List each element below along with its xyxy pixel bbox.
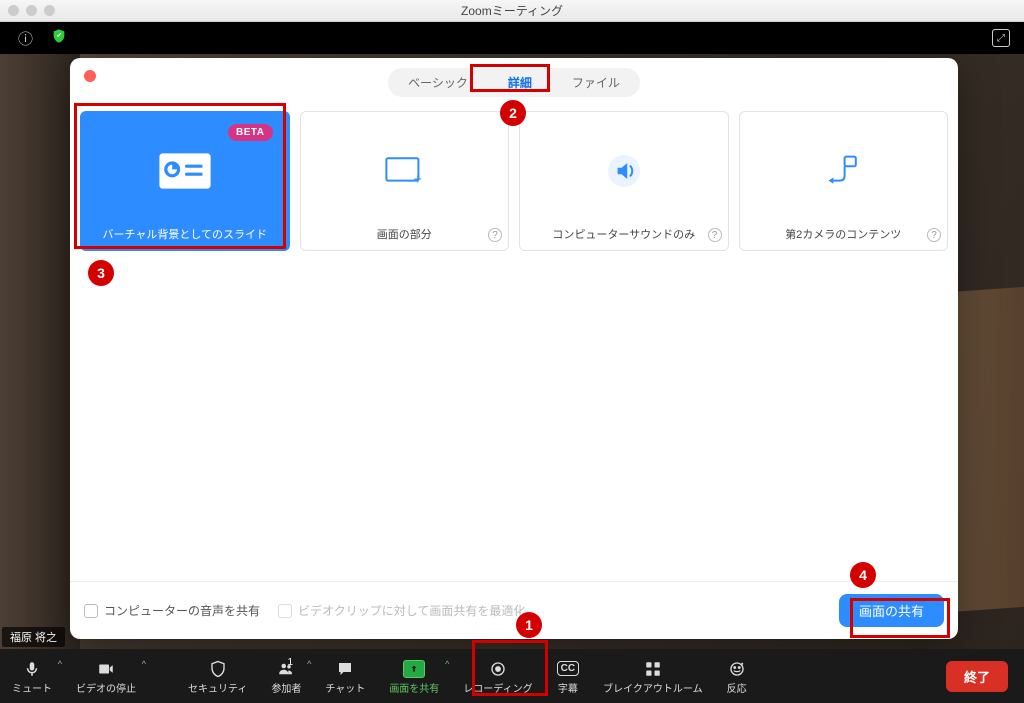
participants-count: 1 xyxy=(287,657,293,668)
speaker-icon xyxy=(584,141,664,201)
share-screen-icon xyxy=(403,658,425,680)
record-icon xyxy=(489,658,507,680)
window-traffic-lights[interactable] xyxy=(8,5,55,16)
breakout-rooms-button[interactable]: ブレイクアウトルーム xyxy=(591,649,715,703)
checkbox-icon[interactable] xyxy=(278,604,292,618)
control-label: ミュート xyxy=(12,680,52,695)
checkbox-label: ビデオクリップに対して画面共有を最適化 xyxy=(298,602,525,619)
recording-button[interactable]: レコーディング xyxy=(451,649,544,703)
help-icon[interactable]: ? xyxy=(488,228,502,242)
option-label: バーチャル背景としてのスライド xyxy=(102,226,267,242)
control-label: 反応 xyxy=(727,680,747,695)
share-option-grid: BETA バーチャル背景としてのスライド + 画面の部分 ? コンピューターサウ… xyxy=(70,97,958,251)
chevron-up-icon[interactable]: ^ xyxy=(445,659,449,669)
share-tabs: ベーシック 詳細 ファイル xyxy=(70,68,958,97)
meeting-info-icon[interactable]: ⓘ xyxy=(18,28,33,49)
encryption-shield-icon[interactable] xyxy=(51,28,67,48)
option-label: 第2カメラのコンテンツ xyxy=(785,226,901,242)
tab-advanced[interactable]: 詳細 xyxy=(488,68,552,97)
window-titlebar: Zoomミーティング xyxy=(0,0,1024,22)
closed-caption-icon: CC xyxy=(557,658,579,680)
tab-basic[interactable]: ベーシック xyxy=(388,68,488,97)
security-button[interactable]: セキュリティ xyxy=(176,649,259,703)
option-screen-portion[interactable]: + 画面の部分 ? xyxy=(300,111,510,251)
option-computer-audio[interactable]: コンピューターサウンドのみ ? xyxy=(519,111,729,251)
window-title: Zoomミーティング xyxy=(461,2,563,19)
chat-button[interactable]: チャット xyxy=(313,649,377,703)
microphone-icon xyxy=(23,658,41,680)
tab-files[interactable]: ファイル xyxy=(552,68,640,97)
help-icon[interactable]: ? xyxy=(927,228,941,242)
zoom-window-button[interactable] xyxy=(44,5,55,16)
control-label: レコーディング xyxy=(463,680,532,695)
control-label: 参加者 xyxy=(271,680,301,695)
participants-button[interactable]: 1 参加者 ^ xyxy=(259,649,313,703)
control-label: チャット xyxy=(325,680,365,695)
option-label: コンピューターサウンドのみ xyxy=(552,226,695,242)
reactions-button[interactable]: 反応 xyxy=(715,649,759,703)
mute-button[interactable]: ミュート ^ xyxy=(0,649,64,703)
smile-icon xyxy=(728,658,746,680)
beta-badge: BETA xyxy=(228,124,272,141)
shield-icon xyxy=(209,658,227,680)
option-second-camera[interactable]: 第2カメラのコンテンツ ? xyxy=(739,111,949,251)
end-meeting-button[interactable]: 終了 xyxy=(946,661,1008,692)
checkbox-share-computer-audio[interactable]: コンピューターの音声を共有 xyxy=(84,602,260,619)
control-label: セキュリティ xyxy=(188,680,247,695)
cc-button[interactable]: CC 字幕 xyxy=(545,649,591,703)
share-button[interactable]: 画面の共有 xyxy=(839,594,944,627)
participant-name-tag: 福原 将之 xyxy=(2,627,65,647)
participants-icon xyxy=(275,658,297,680)
grid-icon xyxy=(644,658,662,680)
presentation-icon xyxy=(145,141,225,201)
minimize-window-button[interactable] xyxy=(26,5,37,16)
dialog-close-icon[interactable] xyxy=(84,70,96,82)
portion-icon: + xyxy=(364,141,444,201)
checkbox-optimize-video[interactable]: ビデオクリップに対して画面共有を最適化 xyxy=(278,602,525,619)
svg-text:+: + xyxy=(414,172,422,188)
close-window-button[interactable] xyxy=(8,5,19,16)
share-screen-button[interactable]: 画面を共有 ^ xyxy=(377,649,451,703)
chevron-up-icon[interactable]: ^ xyxy=(307,659,311,669)
option-slides-virtual-bg[interactable]: BETA バーチャル背景としてのスライド xyxy=(80,111,290,251)
option-label: 画面の部分 xyxy=(377,226,432,242)
stop-video-button[interactable]: ビデオの停止 ^ xyxy=(64,649,148,703)
video-camera-icon xyxy=(96,658,116,680)
chevron-up-icon[interactable]: ^ xyxy=(142,659,146,669)
control-label: ビデオの停止 xyxy=(76,680,136,695)
chat-bubble-icon xyxy=(336,658,354,680)
help-icon[interactable]: ? xyxy=(708,228,722,242)
checkbox-label: コンピューターの音声を共有 xyxy=(104,602,260,619)
control-label: 画面を共有 xyxy=(389,680,439,695)
share-screen-dialog: ベーシック 詳細 ファイル BETA バーチャル背景としてのスライド + 画面の… xyxy=(70,58,958,639)
control-label: ブレイクアウトルーム xyxy=(603,680,703,695)
meeting-control-bar: ミュート ^ ビデオの停止 ^ セキュリティ 1 参加者 ^ チャット xyxy=(0,649,1024,703)
checkbox-icon[interactable] xyxy=(84,604,98,618)
chevron-up-icon[interactable]: ^ xyxy=(58,659,62,669)
second-camera-icon xyxy=(803,141,883,201)
dialog-footer: コンピューターの音声を共有 ビデオクリップに対して画面共有を最適化 画面の共有 xyxy=(70,581,958,639)
fullscreen-icon[interactable]: ⤢ xyxy=(992,29,1010,47)
control-label: 字幕 xyxy=(558,680,578,695)
meeting-top-bar: ⓘ ⤢ xyxy=(0,22,1024,54)
